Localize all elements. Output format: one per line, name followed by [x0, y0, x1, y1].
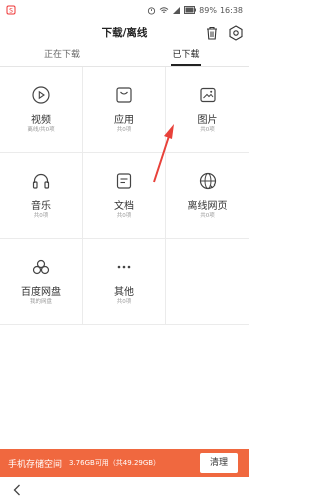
wifi-icon — [159, 6, 169, 13]
bag-icon — [116, 87, 132, 103]
category-video[interactable]: 视频 离线/共0项 — [0, 67, 83, 153]
category-count: 共0项 — [200, 127, 215, 133]
category-count: 共0项 — [200, 213, 215, 219]
status-bar: S 89% 16:38 — [0, 0, 249, 20]
tab-downloading[interactable]: 正在下载 — [0, 46, 124, 66]
notification-icon: S — [6, 5, 16, 15]
more-icon — [117, 265, 131, 269]
document-icon — [116, 173, 132, 189]
settings-icon[interactable] — [228, 25, 244, 41]
category-name: 其他 — [114, 287, 134, 298]
clean-button[interactable]: 清理 — [200, 453, 238, 473]
category-grid: 视频 离线/共0项 应用 共0项 图片 共0项 音乐 共0项 文档 共0项 离线… — [0, 67, 249, 325]
cloud-icon — [32, 259, 50, 275]
category-name: 离线网页 — [187, 201, 228, 212]
category-name: 应用 — [114, 115, 134, 126]
category-apps[interactable]: 应用 共0项 — [83, 67, 166, 153]
category-name: 音乐 — [31, 201, 51, 212]
tab-downloaded-label: 已下载 — [172, 50, 200, 60]
storage-bar: 手机存储空间 3.76GB可用（共49.29GB） 清理 — [0, 449, 249, 477]
header: 下载/离线 — [0, 20, 249, 46]
signal-icon — [173, 6, 181, 14]
picture-icon — [199, 87, 216, 103]
category-pictures[interactable]: 图片 共0项 — [166, 67, 249, 153]
category-count: 离线/共0项 — [27, 127, 55, 133]
storage-label: 手机存储空间 — [8, 459, 63, 470]
globe-download-icon — [199, 172, 216, 190]
trash-icon[interactable] — [205, 25, 219, 41]
category-offline-pages[interactable]: 离线网页 共0项 — [166, 153, 249, 239]
alarm-icon — [148, 6, 156, 15]
category-count: 共0项 — [33, 213, 49, 219]
category-count: 共0项 — [116, 127, 132, 133]
category-count: 我的网盘 — [29, 299, 52, 305]
tab-downloading-label: 正在下载 — [43, 50, 80, 60]
play-icon — [32, 86, 50, 104]
svg-text:S: S — [9, 8, 13, 15]
category-count: 共0项 — [116, 213, 132, 219]
clock: 16:38 — [219, 5, 243, 15]
battery-icon — [184, 6, 197, 14]
category-name: 文档 — [114, 201, 134, 212]
headphones-icon — [32, 173, 50, 189]
back-icon[interactable] — [10, 482, 24, 498]
category-name: 图片 — [197, 115, 218, 126]
empty-cell — [166, 239, 249, 325]
storage-size: 3.76GB可用（共49.29GB） — [69, 459, 161, 467]
category-name: 视频 — [31, 115, 51, 126]
category-other[interactable]: 其他 共0项 — [83, 239, 166, 325]
tab-downloaded[interactable]: 已下载 — [124, 46, 248, 66]
category-documents[interactable]: 文档 共0项 — [83, 153, 166, 239]
category-name: 百度网盘 — [21, 287, 61, 298]
category-music[interactable]: 音乐 共0项 — [0, 153, 83, 239]
tab-bar: 正在下载 已下载 — [0, 46, 249, 67]
navigation-bar — [0, 480, 249, 500]
battery-percent: 89% — [199, 5, 217, 15]
category-count: 共0项 — [116, 299, 132, 305]
category-baidu-netdisk[interactable]: 百度网盘 我的网盘 — [0, 239, 83, 325]
active-tab-indicator — [171, 64, 201, 66]
